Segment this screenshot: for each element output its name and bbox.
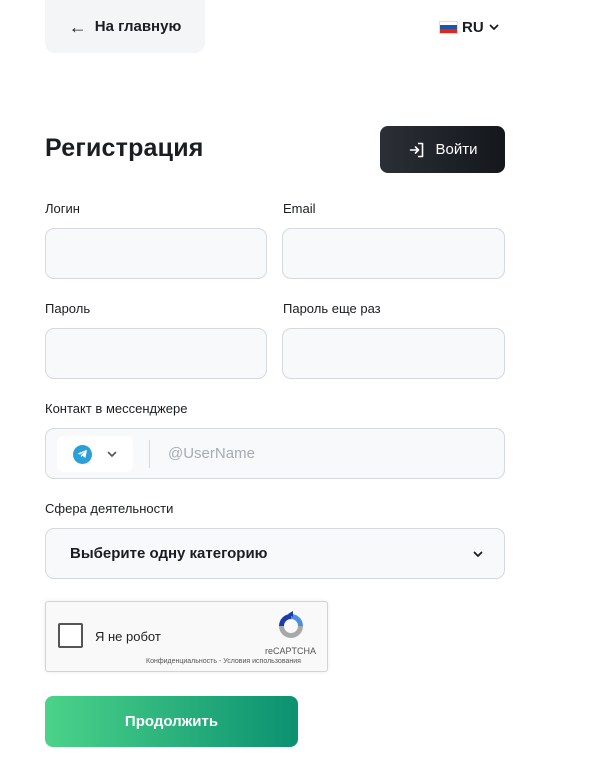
activity-label: Сфера деятельности <box>45 501 174 516</box>
continue-button[interactable]: Продолжить <box>45 696 298 747</box>
activity-select[interactable]: Выберите одну категорию <box>45 528 505 579</box>
login-button-label: Войти <box>435 141 478 158</box>
login-label: Логин <box>45 201 80 216</box>
email-field <box>282 228 505 279</box>
page-title: Регистрация <box>45 134 204 162</box>
language-code: RU <box>462 18 484 36</box>
activity-selected-value: Выберите одну категорию <box>70 545 268 562</box>
login-button[interactable]: Войти <box>380 126 505 173</box>
chevron-down-icon <box>489 24 499 30</box>
password-repeat-label: Пароль еще раз <box>283 301 381 316</box>
messenger-field <box>45 428 505 479</box>
language-selector[interactable]: RU <box>439 18 500 36</box>
captcha-checkbox[interactable] <box>58 623 83 648</box>
login-input[interactable] <box>46 229 266 278</box>
continue-button-label: Продолжить <box>124 713 219 730</box>
recaptcha-logo-icon <box>279 611 303 638</box>
chevron-down-icon <box>473 551 483 557</box>
password-repeat-input[interactable] <box>283 329 504 378</box>
password-input[interactable] <box>46 329 266 378</box>
arrow-left-icon: ← <box>68 16 87 37</box>
email-input[interactable] <box>283 229 504 278</box>
email-label: Email <box>283 201 316 216</box>
chevron-down-icon <box>107 451 116 457</box>
divider <box>149 440 150 468</box>
messenger-type-select[interactable] <box>57 436 133 472</box>
captcha-label: Я не робот <box>95 629 161 644</box>
messenger-label: Контакт в мессенджере <box>45 401 188 416</box>
recaptcha-terms-link[interactable]: Конфиденциальность - Условия использован… <box>146 658 301 665</box>
recaptcha-widget: Я не робот reCAPTCHA Конфиденциальность … <box>45 601 328 672</box>
recaptcha-brand: reCAPTCHA <box>265 646 317 656</box>
password-label: Пароль <box>45 301 91 316</box>
login-field <box>45 228 267 279</box>
back-to-home-button[interactable]: ← На главную <box>45 0 205 53</box>
messenger-username-input[interactable] <box>154 429 494 478</box>
russia-flag-icon <box>439 20 458 34</box>
back-to-home-label: На главную <box>94 18 182 35</box>
login-icon <box>409 142 423 157</box>
telegram-icon <box>72 444 92 464</box>
password-repeat-field <box>282 328 505 379</box>
password-field <box>45 328 267 379</box>
